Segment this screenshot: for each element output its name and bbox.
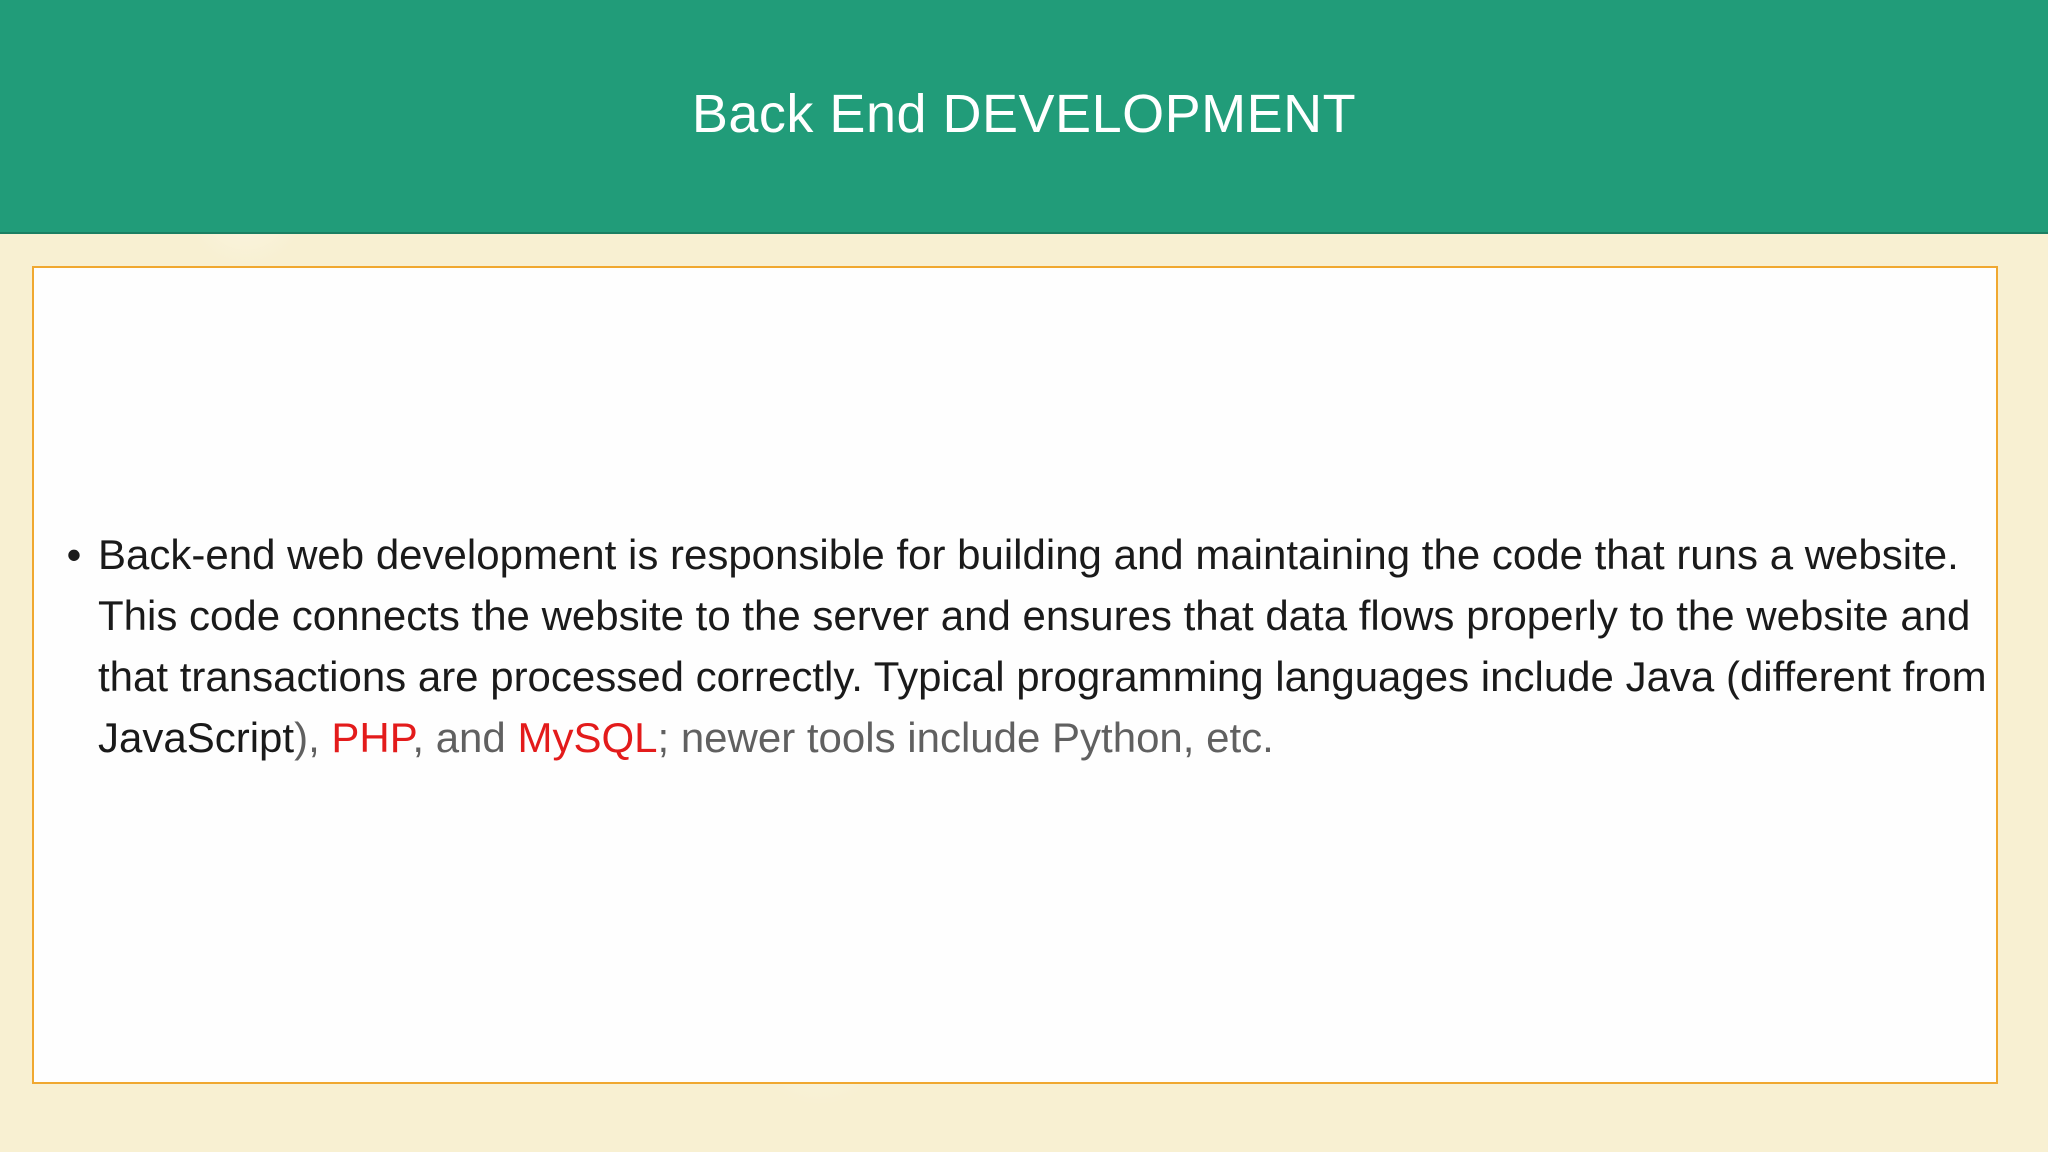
bullet-text-newer-tools: ; newer tools include Python, etc. [657,714,1274,761]
bullet-text: Back-end web development is responsible … [98,524,1990,768]
content-box: • Back-end web development is responsibl… [32,266,1998,1084]
bullet-text-mysql: MySQL [517,714,658,761]
bullet-dot-icon: • [66,531,82,578]
slide-title-bar: Back End DEVELOPMENT [0,0,2048,234]
bullet-item: • Back-end web development is responsibl… [50,524,1990,768]
slide-title: Back End DEVELOPMENT [691,84,1357,144]
bullet-text-and: , and [412,714,518,761]
bullet-text-php: PHP [331,714,413,761]
bullet-text-paren: ), [294,714,332,761]
